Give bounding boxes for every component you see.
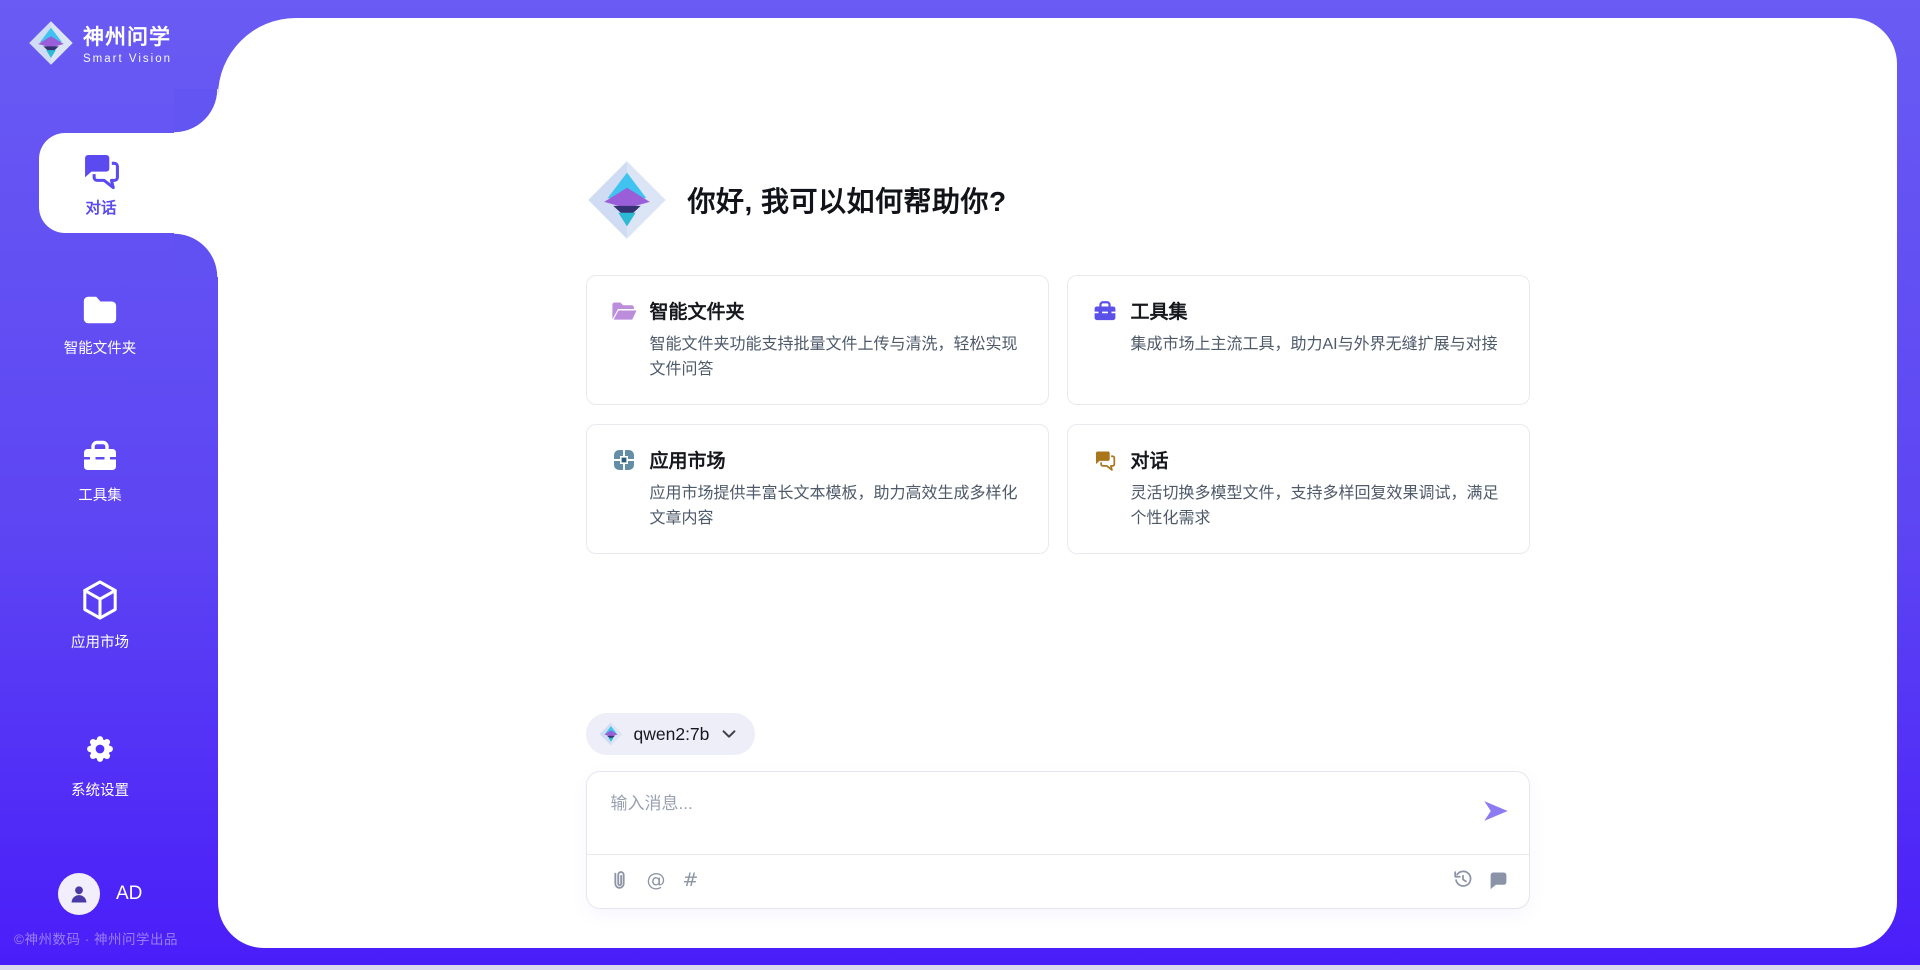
at-icon: @ [647, 871, 666, 890]
chevron-down-icon [719, 724, 739, 744]
card-app-market[interactable]: 应用市场 应用市场提供丰富长文本模板，助力高效生成多样化文章内容 [586, 424, 1049, 554]
model-name: qwen2:7b [634, 724, 710, 745]
brand-gem-icon [28, 20, 74, 66]
sidebar-item-toolset[interactable]: 工具集 [0, 438, 200, 505]
sidebar-item-chat[interactable]: 对话 [39, 133, 228, 233]
copyright-text: ©神州数码 · 神州问学出品 [14, 928, 178, 948]
greeting-gem-icon [586, 159, 668, 241]
toolbox-icon [80, 438, 120, 474]
composer-divider [587, 854, 1529, 855]
card-description: 集成市场上主流工具，助力AI与外界无缝扩展与对接 [1131, 333, 1505, 358]
sidebar-item-label: 应用市场 [71, 631, 129, 652]
greeting: 你好, 我可以如何帮助你? [586, 159, 1007, 241]
send-button[interactable] [1481, 797, 1511, 827]
card-chat[interactable]: 对话 灵活切换多模型文件，支持多样回复效果调试，满足个性化需求 [1067, 424, 1530, 554]
history-button[interactable] [1452, 868, 1474, 890]
card-title: 应用市场 [650, 446, 726, 473]
card-smart-folder[interactable]: 智能文件夹 智能文件夹功能支持批量文件上传与清洗，轻松实现文件问答 [586, 275, 1049, 405]
sidebar-item-settings[interactable]: 系统设置 [0, 729, 200, 800]
message-input[interactable] [587, 772, 1457, 852]
card-title: 工具集 [1131, 297, 1188, 324]
card-toolset[interactable]: 工具集 集成市场上主流工具，助力AI与外界无缝扩展与对接 [1067, 275, 1530, 405]
sidebar-item-label: 对话 [85, 196, 116, 218]
sidebar: 神州问学 Smart Vision 对话 智能文件夹 工具集 应用市场 系统设置… [0, 0, 218, 970]
history-icon [1452, 868, 1474, 890]
bottom-edge [0, 965, 1920, 970]
card-description: 智能文件夹功能支持批量文件上传与清洗，轻松实现文件问答 [650, 333, 1024, 383]
chat-square-icon [1488, 869, 1509, 890]
message-composer: @ # [586, 771, 1530, 909]
sidebar-item-smart-folder[interactable]: 智能文件夹 [0, 293, 200, 358]
app-logo: 神州问学 Smart Vision [28, 20, 172, 66]
folder-open-icon [611, 298, 637, 324]
cube-icon [81, 579, 119, 621]
grid-icon [611, 447, 637, 473]
card-description: 灵活切换多模型文件，支持多样回复效果调试，满足个性化需求 [1131, 482, 1505, 532]
hash-icon: # [683, 871, 699, 890]
user-profile[interactable]: AD [58, 873, 142, 915]
chat-bubbles-icon [1092, 447, 1118, 473]
greeting-title: 你好, 我可以如何帮助你? [688, 180, 1007, 220]
card-title: 对话 [1131, 446, 1169, 473]
avatar [58, 873, 100, 915]
chat-bubbles-icon [78, 149, 124, 191]
user-initials: AD [116, 883, 142, 905]
attach-file-button[interactable] [609, 868, 630, 893]
model-gem-icon [599, 722, 623, 746]
card-title: 智能文件夹 [650, 297, 745, 324]
gear-icon [80, 729, 120, 769]
app-title: 神州问学 [83, 21, 172, 51]
mention-button[interactable]: @ [647, 871, 666, 890]
card-description: 应用市场提供丰富长文本模板，助力高效生成多样化文章内容 [650, 482, 1024, 532]
conversation-button[interactable] [1488, 869, 1509, 890]
sidebar-item-label: 工具集 [78, 484, 122, 505]
sidebar-item-label: 系统设置 [71, 779, 129, 800]
feature-cards: 智能文件夹 智能文件夹功能支持批量文件上传与清洗，轻松实现文件问答 工具集 集成… [586, 275, 1530, 554]
paperclip-icon [609, 868, 630, 893]
topic-button[interactable]: # [683, 871, 699, 890]
sidebar-item-label: 智能文件夹 [64, 337, 137, 358]
model-selector[interactable]: qwen2:7b [586, 713, 756, 755]
toolbox-icon [1092, 298, 1118, 324]
folder-icon [81, 293, 119, 327]
app-subtitle: Smart Vision [83, 53, 172, 65]
person-icon [67, 882, 91, 906]
send-icon [1482, 797, 1510, 825]
sidebar-item-app-market[interactable]: 应用市场 [0, 579, 200, 652]
